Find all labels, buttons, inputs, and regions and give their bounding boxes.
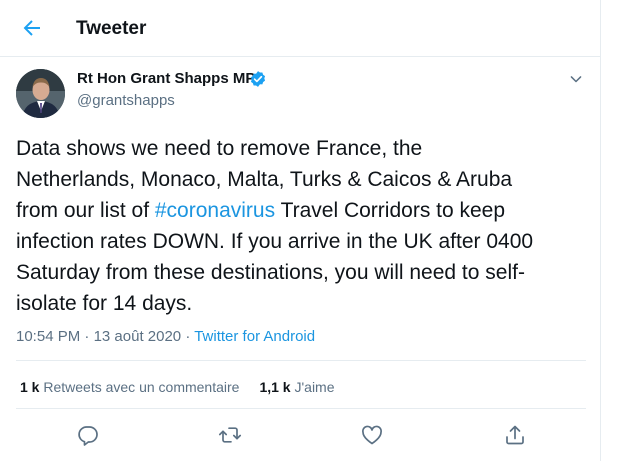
share-icon[interactable] (503, 423, 527, 447)
page-title: Tweeter (76, 18, 147, 39)
tweet-line: Saturday from these destinations, you wi… (16, 261, 525, 284)
avatar[interactable] (16, 69, 65, 118)
like-icon[interactable] (360, 423, 384, 447)
meta-separator: · (181, 328, 195, 345)
hashtag-link[interactable]: #coronavirus (155, 199, 275, 222)
reply-icon[interactable] (76, 423, 100, 447)
tweet-line: Data shows we need to remove France, the (16, 137, 423, 160)
back-arrow-icon[interactable] (20, 16, 44, 40)
chevron-down-icon[interactable] (566, 69, 586, 89)
author-name[interactable]: Rt Hon Grant Shapps MP (77, 70, 255, 87)
tweet-line: infection rates DOWN. If you arrive in t… (16, 230, 534, 253)
tweet-line: from our list of #coronavirus Travel Cor… (16, 195, 592, 226)
tweet-line-prefix: from our list of (16, 199, 155, 222)
tweet-page: Tweeter Rt Hon Grant Shapps MP @grantsha… (0, 0, 601, 461)
tweet-stats: 1 k Retweets avec un commentaire 1,1 k J'… (20, 379, 335, 395)
retweets-label: Retweets avec un commentaire (39, 379, 240, 395)
author-handle[interactable]: @grantshapps (77, 92, 175, 109)
retweet-icon[interactable] (218, 423, 242, 447)
tweet-line: isolate for 14 days. (16, 292, 193, 315)
likes-label: J'aime (290, 379, 335, 395)
page-header: Tweeter (0, 0, 601, 57)
tweet-line: Netherlands, Monaco, Malta, Turks & Caic… (16, 168, 513, 191)
verified-badge-icon (250, 71, 266, 87)
retweets-count: 1 k (20, 379, 40, 395)
likes-count: 1,1 k (259, 379, 291, 395)
tweet-date[interactable]: 13 août 2020 (94, 328, 182, 345)
retweets-stat[interactable]: 1 k Retweets avec un commentaire (20, 379, 239, 395)
likes-stat[interactable]: 1,1 k J'aime (259, 379, 334, 395)
tweet-meta: 10:54 PM · 13 août 2020 · Twitter for An… (16, 328, 315, 345)
meta-separator: · (80, 328, 94, 345)
divider (16, 360, 586, 361)
divider (16, 408, 586, 409)
tweet-source-link[interactable]: Twitter for Android (194, 328, 315, 345)
tweet-time[interactable]: 10:54 PM (16, 328, 80, 345)
tweet-line-suffix: Travel Corridors to keep (275, 199, 506, 222)
tweet-text: Data shows we need to remove France, the… (16, 133, 592, 319)
